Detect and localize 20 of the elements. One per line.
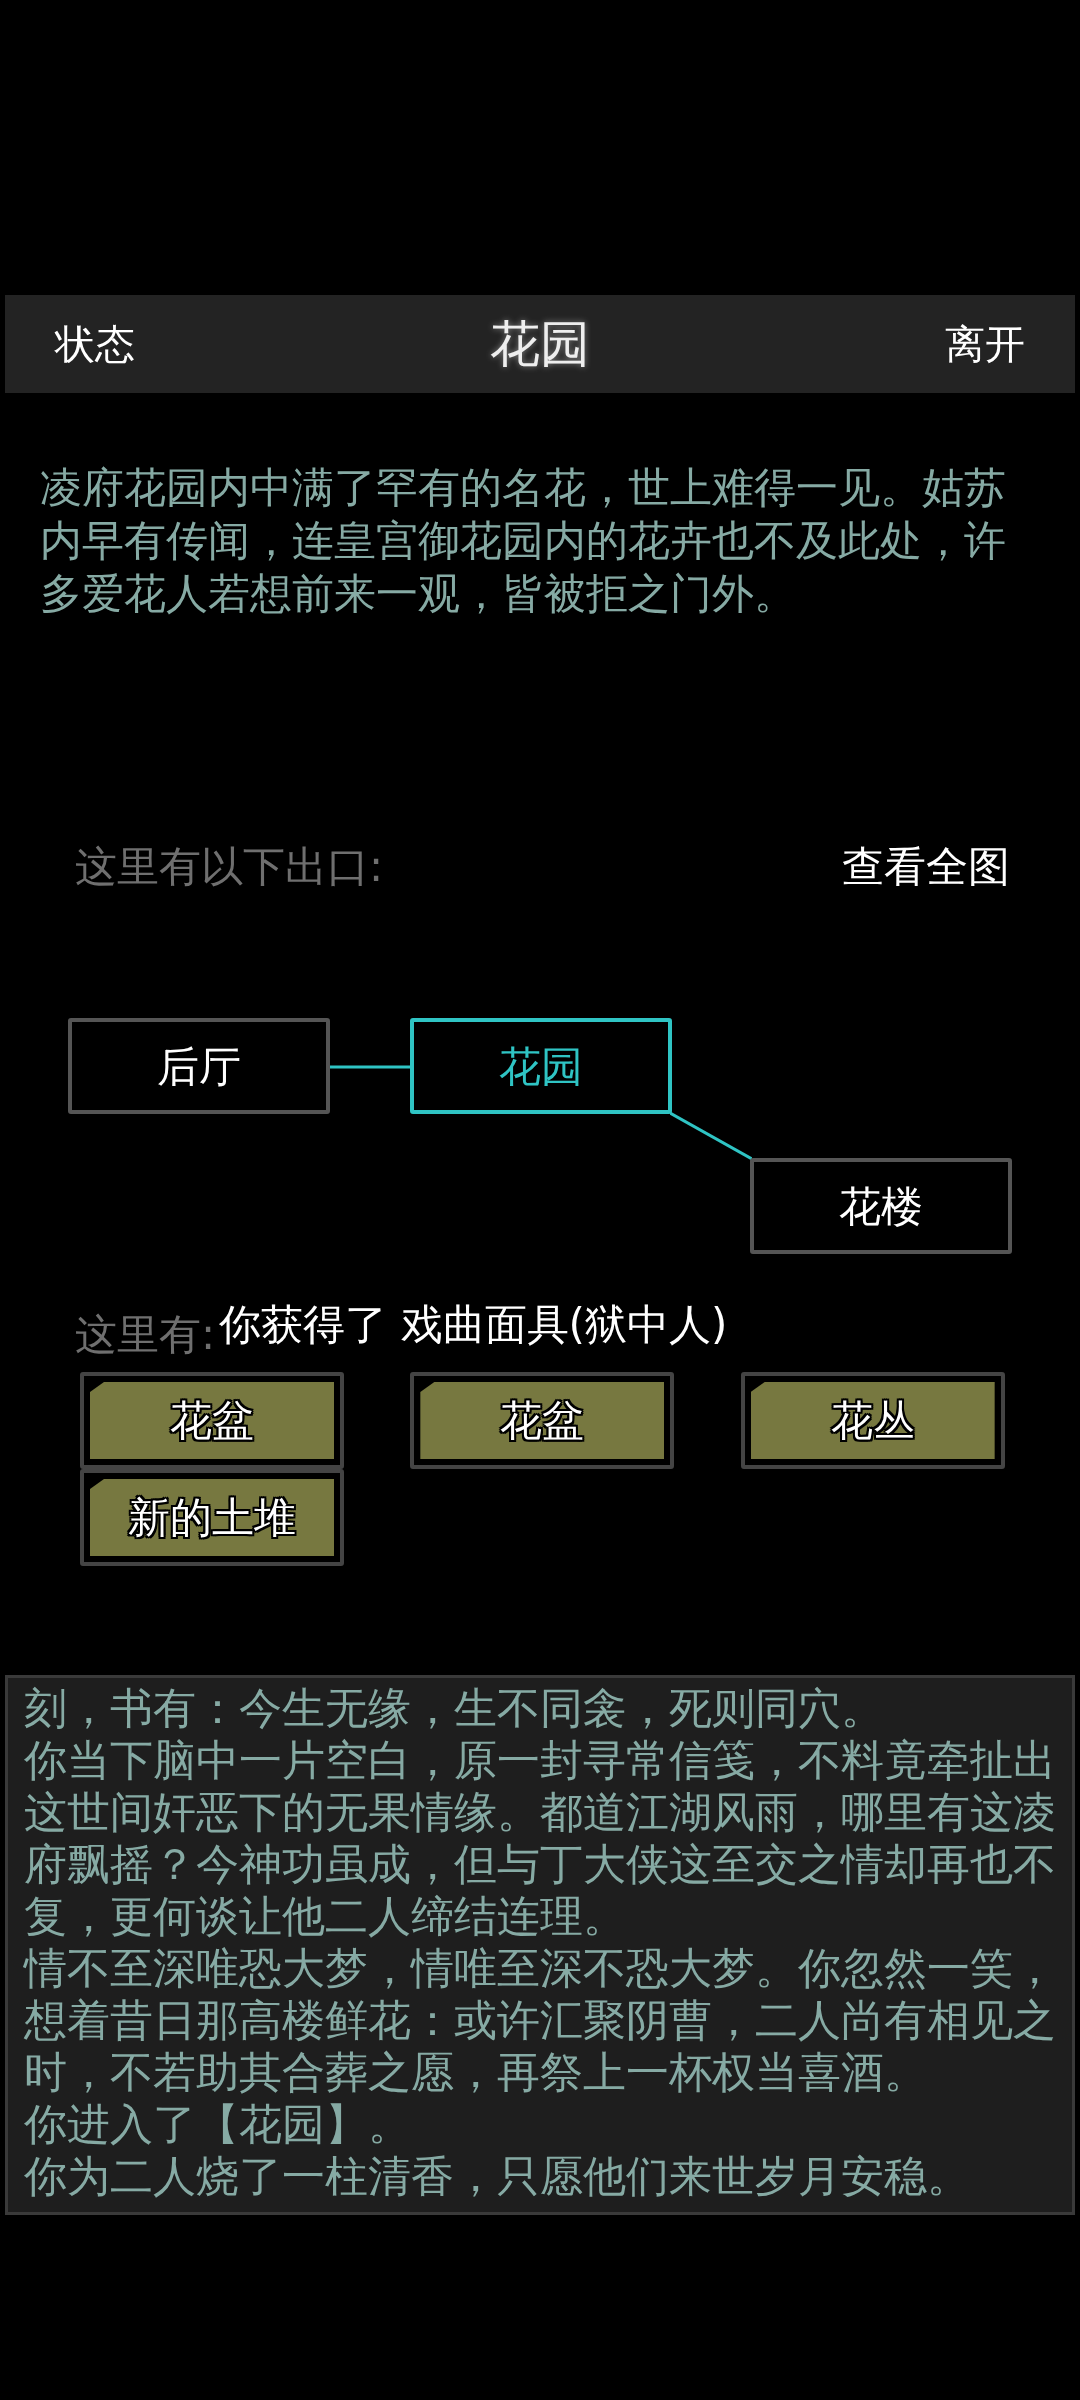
leave-button[interactable]: 离开	[945, 314, 1025, 374]
object-button[interactable]: 花盆	[80, 1372, 344, 1469]
status-button[interactable]: 状态	[55, 314, 135, 374]
object-button[interactable]: 花盆	[410, 1372, 675, 1469]
object-button[interactable]: 花丛	[740, 1372, 1005, 1469]
object-button[interactable]: 新的土堆	[80, 1469, 344, 1566]
view-map-button[interactable]: 查看全图	[842, 835, 1010, 898]
item-obtained-notice: 你获得了 戏曲面具(狱中人)	[219, 1299, 728, 1351]
log-message: 你进入了【花园】。	[24, 2098, 412, 2150]
log-message: 情不至深唯恐大梦，情唯至深不恐大梦。你忽然一笑，想着昔日那高楼鲜花：或许汇聚阴曹，二人尚有相见之时，不若助其合葬之愿，再祭上一杯权当喜酒。	[24, 1942, 1057, 2098]
location-title: 花园	[490, 313, 590, 375]
log-message: 刻，书有：今生无缘，生不同衾，死则同穴。	[24, 1682, 885, 1734]
map-room[interactable]: 后厅	[68, 1018, 330, 1114]
log-message: 你当下脑中一片空白，原一封寻常信笺，不料竟牵扯出这世间奸恶下的无果情缘。都道江湖风雨，哪里有这凌府飘摇？今神功虽成，但与丁大侠这至交之情却再也不复，更何谈让他二人缔结连理。	[24, 1734, 1057, 1942]
map-room[interactable]: 花园	[410, 1018, 672, 1114]
map-room[interactable]: 花楼	[750, 1158, 1012, 1254]
log-message: 你为二人烧了一柱清香，只愿他们来世岁月安稳。	[24, 2150, 971, 2202]
location-description: 凌府花园内中满了罕有的名花，世上难得一见。姑苏内早有传闻，连皇宫御花园内的花卉也不及此处，许多爱花人若想前来一观，皆被拒之门外。	[40, 462, 1007, 620]
exits-label: 这里有以下出口:	[75, 841, 384, 893]
objects-label: 这里有:	[75, 1309, 216, 1361]
